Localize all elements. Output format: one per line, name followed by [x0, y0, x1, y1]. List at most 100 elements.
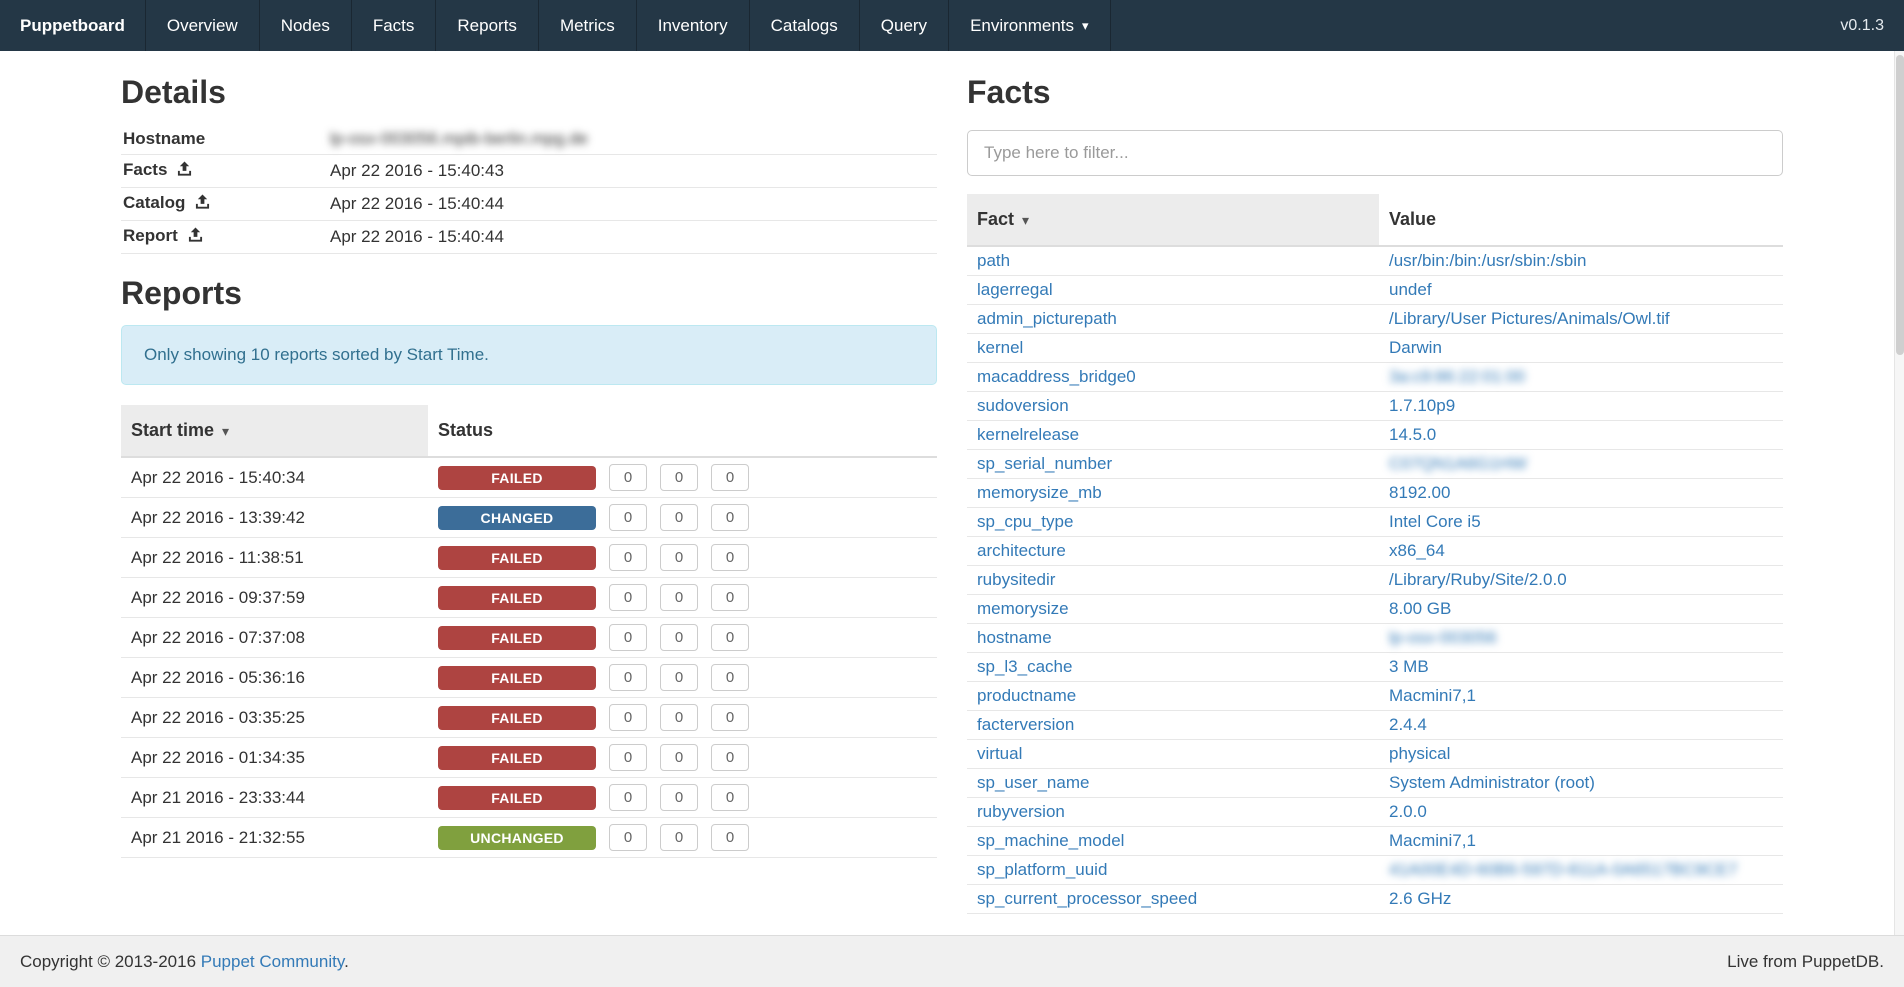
fact-value-link[interactable]: Macmini7,1: [1389, 831, 1476, 850]
fact-row: path /usr/bin:/bin:/usr/sbin:/sbin: [967, 246, 1783, 276]
facts-header-fact[interactable]: Fact ▾: [967, 194, 1379, 246]
fact-row: kernel Darwin: [967, 334, 1783, 363]
upload-icon[interactable]: [195, 194, 210, 215]
upload-icon[interactable]: [177, 161, 192, 182]
report-status-badge: FAILED: [438, 746, 596, 770]
nav-item[interactable]: Catalogs: [750, 0, 860, 51]
report-status-cell: FAILED 0 0 0: [438, 744, 927, 771]
fact-name-link[interactable]: architecture: [977, 541, 1066, 560]
fact-value-link[interactable]: /usr/bin:/bin:/usr/sbin:/sbin: [1389, 251, 1586, 270]
report-start-time: Apr 22 2016 - 09:37:59: [121, 578, 428, 618]
detail-label-report: Report: [123, 226, 178, 245]
fact-value-link[interactable]: 41A00E4D-60B6-597D-811A-0A6517BC9CE7: [1389, 860, 1737, 879]
fact-value-link[interactable]: 3 MB: [1389, 657, 1429, 676]
report-start-time: Apr 22 2016 - 11:38:51: [121, 538, 428, 578]
fact-name-link[interactable]: kernel: [977, 338, 1023, 357]
report-status-cell: FAILED 0 0 0: [438, 664, 927, 691]
nav-item[interactable]: Reports: [436, 0, 539, 51]
report-status-badge: FAILED: [438, 586, 596, 610]
nav-item[interactable]: Inventory: [637, 0, 750, 51]
nav-item[interactable]: Metrics: [539, 0, 637, 51]
reports-header-status[interactable]: Status: [428, 405, 937, 457]
fact-name-link[interactable]: sp_user_name: [977, 773, 1089, 792]
fact-value-link[interactable]: 3a:c9:86:22:01:00: [1389, 367, 1525, 386]
detail-row-facts: Facts Apr 22 2016 - 15:40:43: [121, 155, 937, 188]
report-status-badge: CHANGED: [438, 506, 596, 530]
fact-value-link[interactable]: 2.6 GHz: [1389, 889, 1451, 908]
fact-value-link[interactable]: /Library/Ruby/Site/2.0.0: [1389, 570, 1567, 589]
fact-name-link[interactable]: virtual: [977, 744, 1022, 763]
report-count: 0: [609, 544, 647, 571]
fact-value-link[interactable]: 2.0.0: [1389, 802, 1427, 821]
reports-title: Reports: [121, 276, 937, 311]
fact-row: memorysize_mb 8192.00: [967, 479, 1783, 508]
fact-name-link[interactable]: sp_current_processor_speed: [977, 889, 1197, 908]
report-row: Apr 22 2016 - 15:40:34 FAILED 0 0 0: [121, 457, 937, 498]
fact-row: sudoversion 1.7.10p9: [967, 392, 1783, 421]
sort-desc-icon: ▾: [1022, 212, 1029, 228]
nav-item[interactable]: Nodes: [260, 0, 352, 51]
facts-filter-input[interactable]: [967, 130, 1783, 176]
fact-name-link[interactable]: memorysize: [977, 599, 1069, 618]
fact-name-link[interactable]: hostname: [977, 628, 1052, 647]
fact-name-link[interactable]: facterversion: [977, 715, 1074, 734]
fact-name-link[interactable]: sp_cpu_type: [977, 512, 1073, 531]
footer-period: .: [344, 952, 349, 971]
fact-value-link[interactable]: x86_64: [1389, 541, 1445, 560]
fact-name-link[interactable]: sp_l3_cache: [977, 657, 1072, 676]
fact-name-link[interactable]: lagerregal: [977, 280, 1053, 299]
scrollbar-thumb[interactable]: [1896, 55, 1904, 355]
fact-name-link[interactable]: sudoversion: [977, 396, 1069, 415]
reports-header-start-time[interactable]: Start time▾: [121, 405, 428, 457]
fact-value-link[interactable]: 1.7.10p9: [1389, 396, 1455, 415]
report-count: 0: [711, 624, 749, 651]
detail-label-facts: Facts: [123, 160, 167, 179]
fact-value-link[interactable]: Darwin: [1389, 338, 1442, 357]
report-start-time: Apr 21 2016 - 23:33:44: [121, 778, 428, 818]
nav-item[interactable]: Overview: [146, 0, 260, 51]
report-count: 0: [660, 464, 698, 491]
fact-row: productname Macmini7,1: [967, 682, 1783, 711]
fact-value-link[interactable]: System Administrator (root): [1389, 773, 1595, 792]
navbar: Puppetboard Overview Nodes Facts Reports…: [0, 0, 1904, 51]
fact-name-link[interactable]: sp_platform_uuid: [977, 860, 1107, 879]
fact-value-link[interactable]: 8.00 GB: [1389, 599, 1451, 618]
fact-name-link[interactable]: admin_picturepath: [977, 309, 1117, 328]
scrollbar[interactable]: [1894, 51, 1904, 935]
fact-value-link[interactable]: 2.4.4: [1389, 715, 1427, 734]
fact-name-link[interactable]: rubysitedir: [977, 570, 1055, 589]
nav-item[interactable]: Facts: [352, 0, 437, 51]
fact-name-link[interactable]: productname: [977, 686, 1076, 705]
fact-value-link[interactable]: 8192.00: [1389, 483, 1450, 502]
footer-copyright-text: Copyright © 2013-2016: [20, 952, 201, 971]
report-count: 0: [609, 784, 647, 811]
fact-value-link[interactable]: Intel Core i5: [1389, 512, 1481, 531]
fact-value-link[interactable]: 14.5.0: [1389, 425, 1436, 444]
report-count: 0: [711, 464, 749, 491]
fact-value-link[interactable]: undef: [1389, 280, 1432, 299]
fact-name-link[interactable]: kernelrelease: [977, 425, 1079, 444]
navbar-brand[interactable]: Puppetboard: [0, 0, 146, 51]
nav-item[interactable]: Query: [860, 0, 949, 51]
puppet-community-link[interactable]: Puppet Community: [201, 952, 344, 971]
fact-name-link[interactable]: sp_machine_model: [977, 831, 1124, 850]
upload-icon[interactable]: [188, 227, 203, 248]
fact-value-link[interactable]: Macmini7,1: [1389, 686, 1476, 705]
fact-name-link[interactable]: memorysize_mb: [977, 483, 1102, 502]
nav-item-environments[interactable]: Environments ▾: [949, 0, 1110, 51]
nav-item-environments-label: Environments: [970, 16, 1074, 36]
fact-value-link[interactable]: C07QN1A6G1HW: [1389, 454, 1527, 473]
fact-value-link[interactable]: lp-osx-003056: [1389, 628, 1497, 647]
fact-name-link[interactable]: rubyversion: [977, 802, 1065, 821]
fact-name-link[interactable]: path: [977, 251, 1010, 270]
fact-value-link[interactable]: physical: [1389, 744, 1450, 763]
facts-header-fact-label: Fact: [977, 209, 1014, 229]
report-count: 0: [609, 464, 647, 491]
report-count: 0: [711, 784, 749, 811]
fact-name-link[interactable]: sp_serial_number: [977, 454, 1112, 473]
fact-name-link[interactable]: macaddress_bridge0: [977, 367, 1136, 386]
fact-value-link[interactable]: /Library/User Pictures/Animals/Owl.tif: [1389, 309, 1670, 328]
report-start-time: Apr 22 2016 - 03:35:25: [121, 698, 428, 738]
report-status-cell: FAILED 0 0 0: [438, 704, 927, 731]
facts-header-value[interactable]: Value: [1379, 194, 1783, 246]
